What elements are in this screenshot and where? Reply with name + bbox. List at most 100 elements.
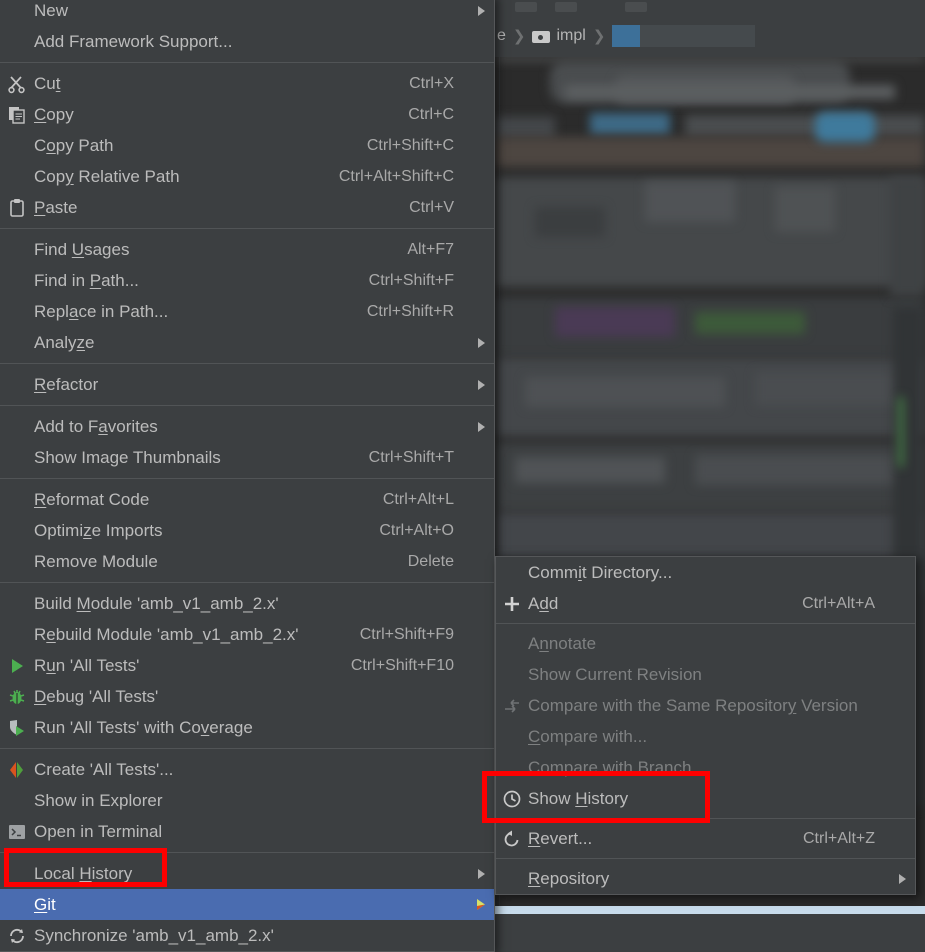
menu-item-label: Add Framework Support... — [34, 32, 233, 51]
menu-item-refactor[interactable]: Refactor — [0, 369, 494, 400]
menu-item-accelerator: Ctrl+Alt+A — [802, 594, 875, 612]
revert-icon — [496, 823, 528, 854]
clock-icon — [496, 783, 528, 814]
menu-item-copy-relative-path[interactable]: Copy Relative Path Ctrl+Alt+Shift+C — [0, 161, 494, 192]
menu-item-accelerator: Ctrl+Shift+F — [368, 271, 454, 289]
menu-item-compare-with[interactable]: Compare with... — [496, 721, 915, 752]
menu-item-show-current-revision[interactable]: Show Current Revision — [496, 659, 915, 690]
menu-item-copy[interactable]: Copy Ctrl+C — [0, 99, 494, 130]
menu-item-add[interactable]: Add Ctrl+Alt+A — [496, 588, 915, 619]
menu-separator — [496, 858, 915, 859]
menu-item-open-in-terminal[interactable]: Open in Terminal — [0, 816, 494, 847]
editor-blurred-content — [495, 512, 925, 562]
menu-item-show-history[interactable]: Show History — [496, 783, 915, 814]
menu-item-compare-same-repository-version[interactable]: Compare with the Same Repository Version — [496, 690, 915, 721]
menu-item-replace-in-path[interactable]: Replace in Path... Ctrl+Shift+R — [0, 296, 494, 327]
menu-item-accelerator: Ctrl+Shift+R — [366, 302, 454, 320]
menu-item-remove-module[interactable]: Remove Module Delete — [0, 546, 494, 577]
menu-item-analyze[interactable]: Analyze — [0, 327, 494, 358]
menu-item-run-with-coverage[interactable]: Run 'All Tests' with Coverage — [0, 712, 494, 743]
plus-icon — [496, 588, 528, 619]
menu-item-cut[interactable]: Cut Ctrl+X — [0, 68, 494, 99]
menu-item-icon-slot — [0, 130, 34, 161]
menu-item-label: Rebuild Module 'amb_v1_amb_2.x' — [34, 625, 299, 644]
menu-item-revert[interactable]: Revert... Ctrl+Alt+Z — [496, 823, 915, 854]
project-context-menu[interactable]: New Add Framework Support... Cut Ctrl+X — [0, 0, 495, 952]
menu-item-new[interactable]: New — [0, 0, 494, 26]
menu-item-label: Build Module 'amb_v1_amb_2.x' — [34, 594, 279, 613]
menu-item-icon-slot — [0, 889, 34, 920]
menu-item-show-image-thumbnails[interactable]: Show Image Thumbnails Ctrl+Shift+T — [0, 442, 494, 473]
submenu-arrow-icon — [468, 421, 494, 432]
menu-item-label: Add — [528, 594, 559, 613]
menu-item-icon-slot — [0, 588, 34, 619]
menu-item-reformat-code[interactable]: Reformat Code Ctrl+Alt+L — [0, 484, 494, 515]
menu-item-synchronize[interactable]: Synchronize 'amb_v1_amb_2.x' — [0, 920, 494, 951]
menu-item-icon-slot — [496, 863, 528, 894]
folder-icon — [532, 29, 551, 43]
menu-item-label: Run 'All Tests' — [34, 656, 140, 675]
editor-blurred-content — [555, 307, 675, 337]
menu-item-paste[interactable]: Paste Ctrl+V — [0, 192, 494, 223]
menu-item-find-usages[interactable]: Find Usages Alt+F7 — [0, 234, 494, 265]
menu-item-optimize-imports[interactable]: Optimize Imports Ctrl+Alt+O — [0, 515, 494, 546]
menu-item-label: Copy — [34, 105, 74, 124]
menu-item-repository[interactable]: Repository — [496, 863, 915, 894]
menu-item-rebuild-module[interactable]: Rebuild Module 'amb_v1_amb_2.x' Ctrl+Shi… — [0, 619, 494, 650]
run-icon — [0, 650, 34, 681]
breadcrumb-item-blurred[interactable] — [640, 24, 756, 47]
menu-separator — [0, 363, 494, 364]
sync-icon — [0, 920, 34, 951]
menu-item-label: Reformat Code — [34, 490, 150, 509]
menu-item-run-all-tests[interactable]: Run 'All Tests' Ctrl+Shift+F10 — [0, 650, 494, 681]
menu-item-show-in-explorer[interactable]: Show in Explorer — [0, 785, 494, 816]
breadcrumb-item-impl[interactable]: impl — [556, 27, 585, 45]
chevron-right-icon: ❯ — [512, 27, 526, 45]
menu-item-label: Commit Directory... — [528, 563, 673, 582]
breadcrumb[interactable]: e ❯ impl ❯ — [497, 14, 756, 57]
menu-item-git[interactable]: Git — [0, 889, 494, 920]
toolbar-button-blurred[interactable] — [555, 2, 577, 12]
git-submenu[interactable]: Commit Directory... Add Ctrl+Alt+A Annot… — [495, 556, 916, 895]
menu-item-accelerator: Ctrl+Shift+F10 — [350, 656, 454, 674]
menu-separator — [0, 478, 494, 479]
breadcrumb-item-blurred[interactable] — [612, 24, 641, 47]
editor-blurred-content — [755, 372, 915, 406]
breadcrumb-item-parent[interactable]: e — [497, 27, 506, 45]
toolbar-button-blurred[interactable] — [515, 2, 537, 12]
menu-item-label: Annotate — [528, 634, 597, 653]
menu-item-build-module[interactable]: Build Module 'amb_v1_amb_2.x' — [0, 588, 494, 619]
menu-item-accelerator: Delete — [407, 552, 454, 570]
toolbar-button-blurred[interactable] — [625, 2, 647, 12]
compare-icon — [496, 690, 528, 721]
menu-item-find-in-path[interactable]: Find in Path... Ctrl+Shift+F — [0, 265, 494, 296]
menu-item-icon-slot — [0, 515, 34, 546]
menu-separator — [0, 748, 494, 749]
menu-item-annotate[interactable]: Annotate — [496, 628, 915, 659]
editor-blurred-content — [525, 377, 725, 407]
menu-item-icon-slot — [0, 327, 34, 358]
menu-item-local-history[interactable]: Local History — [0, 858, 494, 889]
menu-item-label: Run 'All Tests' with Coverage — [34, 718, 253, 737]
editor-blurred-content — [890, 177, 925, 297]
menu-item-create-all-tests[interactable]: Create 'All Tests'... — [0, 754, 494, 785]
submenu-arrow-icon — [889, 873, 915, 884]
menu-item-icon-slot — [0, 26, 34, 57]
menu-item-label: Show Current Revision — [528, 665, 702, 684]
ide-toolbar — [495, 0, 925, 15]
menu-item-compare-with-branch[interactable]: Compare with Branch... — [496, 752, 915, 783]
menu-item-accelerator: Ctrl+Alt+Z — [802, 829, 875, 847]
menu-item-icon-slot — [496, 721, 528, 752]
menu-item-label: Analyze — [34, 333, 95, 352]
chevron-right-icon: ❯ — [592, 27, 606, 45]
menu-item-add-framework-support[interactable]: Add Framework Support... — [0, 26, 494, 57]
editor-blurred-content — [495, 117, 555, 139]
menu-item-add-to-favorites[interactable]: Add to Favorites — [0, 411, 494, 442]
menu-item-icon-slot — [0, 442, 34, 473]
menu-item-commit-directory[interactable]: Commit Directory... — [496, 557, 915, 588]
menu-item-label: Create 'All Tests'... — [34, 760, 174, 779]
menu-item-debug-all-tests[interactable]: Debug 'All Tests' — [0, 681, 494, 712]
menu-item-label: Revert... — [528, 829, 593, 848]
menu-item-icon-slot — [0, 234, 34, 265]
menu-item-copy-path[interactable]: Copy Path Ctrl+Shift+C — [0, 130, 494, 161]
